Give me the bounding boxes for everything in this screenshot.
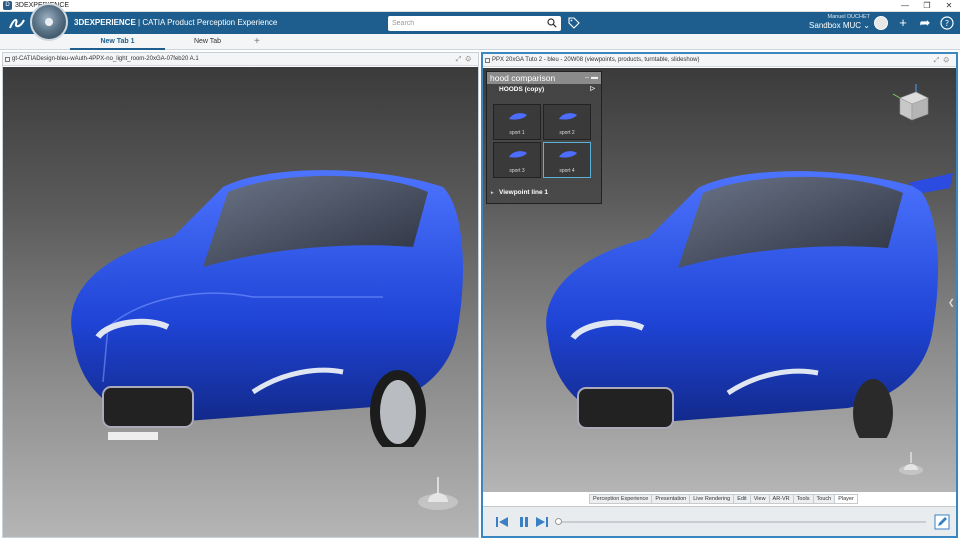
hood-shape-icon [509,151,527,158]
hood-shape-icon [559,151,577,158]
tag-icon[interactable] [568,17,580,29]
header-actions: + ➦ ? [874,16,954,30]
window-titlebar: D 3DEXPERIENCE — ❐ ✕ [0,0,960,12]
tab-new-tab[interactable]: New Tab [160,34,255,50]
app-icon: D [3,1,12,10]
widget-minimize-button[interactable]: – ▬ [585,72,598,84]
tab-perception-experience[interactable]: Perception Experience [589,494,652,504]
pause-icon[interactable] [517,515,531,529]
hood-comparison-widget[interactable]: hood comparison – ▬ HOODS (copy) ▷ sport… [486,71,602,204]
chevron-down-icon: ⌄ [863,21,870,30]
minimize-button[interactable]: — [894,0,916,12]
panel-window-buttons[interactable]: ⤢⚙ [456,53,475,65]
document-icon [5,57,10,62]
panel-window-buttons[interactable]: ⤢⚙ [934,54,953,66]
action-bar-tabs: Perception Experience Presentation Live … [589,494,858,504]
tab-touch[interactable]: Touch [812,494,835,504]
collab-space-selector[interactable]: Sandbox MUC ⌄ [800,21,870,30]
thumbnail-label: sport 3 [509,168,525,174]
add-icon[interactable]: + [896,16,910,30]
left-panel-header: gt-CATIADesign-bleu-wAuth-4PPX-no_light_… [3,53,478,66]
ds-logo [8,16,26,33]
brand-app: CATIA [142,18,165,27]
search-input[interactable] [392,20,542,27]
compass-button[interactable] [30,3,68,41]
brand-3dexperience: 3DEXPERIENCE [74,18,136,27]
hood-shape-icon [509,113,527,120]
brand-app-name: Product Perception Experience [164,18,278,27]
play-icon[interactable]: ▷ [590,84,595,95]
right-panel-header: PPX 20xGA Tuto 2 - bleu - 20W08 (viewpoi… [483,54,956,67]
tab-view[interactable]: View [749,494,769,504]
close-button[interactable]: ✕ [938,0,960,12]
document-icon [485,58,490,63]
thumbnail-sport-2[interactable]: sport 2 [543,104,591,140]
thumbnail-label: sport 1 [509,130,525,136]
robot-navigator-icon[interactable] [413,472,463,517]
search-icon[interactable] [547,18,557,28]
thumbnail-sport-4[interactable]: sport 4 [543,142,591,178]
left-viewer-panel[interactable]: gt-CATIADesign-bleu-wAuth-4PPX-no_light_… [2,52,479,538]
avatar[interactable] [874,16,888,30]
tab-edit[interactable]: Edit [733,494,750,504]
viewpoint-group[interactable]: HOODS (copy) ▷ [487,84,601,95]
thumbnail-sport-3[interactable]: sport 3 [493,142,541,178]
tab-bar: New Tab 1 New Tab + [0,34,960,50]
viewpoint-line-item[interactable]: ▸ Viewpoint line 1 [490,187,598,199]
widget-title-bar[interactable]: hood comparison – ▬ [487,72,601,84]
hood-shape-icon [559,113,577,120]
car-model-left[interactable] [53,147,473,447]
brand-title: 3DEXPERIENCE | CATIA Product Perception … [74,18,277,27]
navigation-cube-icon[interactable] [890,82,934,126]
user-info[interactable]: Manuel DUCHET Sandbox MUC ⌄ [800,14,870,30]
collab-space-label: Sandbox MUC [809,21,862,30]
share-icon[interactable]: ➦ [918,16,932,30]
svg-text:?: ? [945,19,949,28]
maximize-button[interactable]: ❐ [916,0,938,12]
playback-timeline[interactable] [559,521,926,523]
next-icon[interactable] [535,515,549,529]
tab-tools[interactable]: Tools [792,494,813,504]
tab-new-tab-1[interactable]: New Tab 1 [70,34,165,50]
thumbnail-grid: sport 1 sport 2 sport 3 sport 4 [493,104,593,178]
tab-presentation[interactable]: Presentation [651,494,690,504]
tab-player[interactable]: Player [834,494,858,504]
left-panel-title: gt-CATIADesign-bleu-wAuth-4PPX-no_light_… [12,56,199,62]
viewpoint-line-label: Viewpoint line 1 [499,189,549,196]
add-tab-button[interactable]: + [254,34,260,49]
edit-pen-icon[interactable] [934,514,950,530]
window-controls: — ❐ ✕ [894,0,960,12]
left-3d-viewport[interactable] [3,67,478,537]
group-label: HOODS (copy) [499,86,545,93]
thumbnail-label: sport 2 [559,130,575,136]
help-icon[interactable]: ? [940,16,954,30]
user-name: Manuel DUCHET [827,14,870,20]
right-3d-viewport[interactable]: hood comparison – ▬ HOODS (copy) ▷ sport… [483,68,956,492]
robot-navigator-icon[interactable] [896,450,926,480]
tab-ar-vr[interactable]: AR-VR [768,494,793,504]
side-expand-arrow-icon[interactable]: ❮ [948,298,956,318]
player-bar [483,506,956,536]
thumbnail-label: sport 4 [559,168,575,174]
playback-slider-handle[interactable] [555,518,562,525]
right-panel-title: PPX 20xGA Tuto 2 - bleu - 20W08 (viewpoi… [492,57,700,63]
search-box[interactable] [388,16,561,31]
widget-title: hood comparison [490,73,556,83]
right-viewer-panel[interactable]: PPX 20xGA Tuto 2 - bleu - 20W08 (viewpoi… [481,52,958,538]
expand-arrow-icon[interactable]: ▸ [491,187,494,199]
previous-icon[interactable] [495,515,509,529]
tab-live-rendering[interactable]: Live Rendering [689,494,734,504]
thumbnail-sport-1[interactable]: sport 1 [493,104,541,140]
